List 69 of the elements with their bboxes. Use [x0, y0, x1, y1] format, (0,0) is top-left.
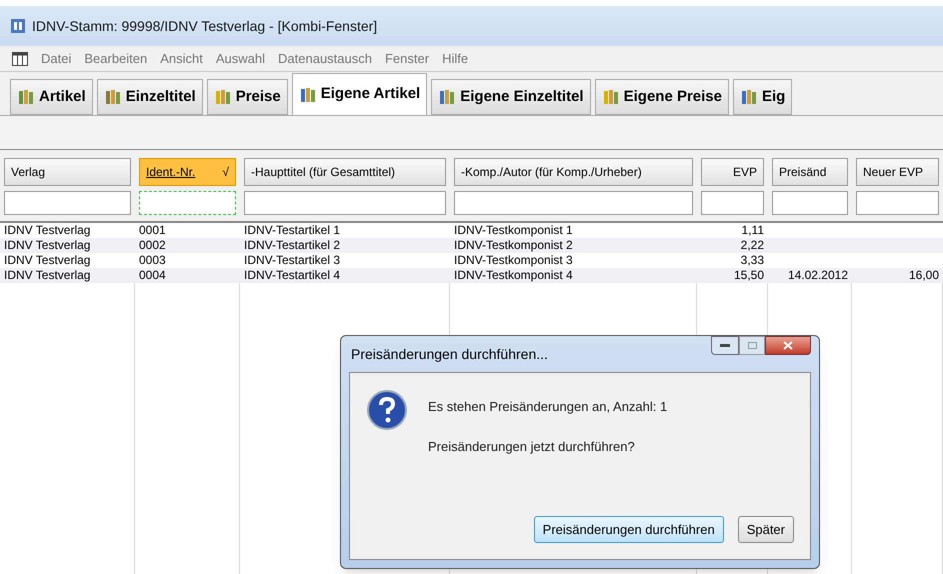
app-icon [10, 18, 26, 34]
book-icon [104, 88, 122, 106]
book-icon [17, 88, 35, 106]
book-icon [438, 88, 456, 106]
tab[interactable]: Eigene Artikel [292, 73, 428, 115]
table-cell: 16,00 [908, 268, 939, 282]
table-cell: IDNV Testverlag [4, 223, 90, 237]
table-cell: IDNV Testverlag [4, 253, 90, 267]
table-cell: IDNV Testverlag [4, 268, 90, 282]
menu-item[interactable]: Fenster [384, 48, 430, 68]
table-cell: 0003 [139, 253, 166, 267]
menu-item[interactable]: Bearbeiten [84, 48, 148, 68]
book-icon [298, 86, 317, 104]
question-icon [366, 389, 408, 431]
menu-item[interactable]: Auswahl [216, 48, 266, 68]
table-cell: 0002 [139, 238, 166, 252]
dialog-question: Preisänderungen jetzt durchführen? [428, 438, 636, 456]
column-header[interactable]: -Komp./Autor (für Komp./Urheber) [454, 158, 693, 186]
table-cell: IDNV Testverlag [4, 238, 90, 252]
book-icon [602, 88, 620, 106]
tab[interactable]: Eigene Einzeltitel [431, 79, 591, 115]
column-header[interactable]: Neuer EVP [856, 158, 939, 186]
dialog-message: Es stehen Preisänderungen an, Anzahl: 1 [428, 398, 668, 416]
menu-item[interactable]: Hilfe [442, 48, 468, 68]
tab[interactable]: Einzeltitel [96, 79, 203, 115]
menu-item[interactable]: Datenaustausch [278, 48, 372, 68]
book-icon [214, 88, 232, 106]
table-cell: IDNV-Testkomponist 2 [454, 238, 573, 252]
table-cell: 15,50 [734, 268, 764, 282]
close-button[interactable] [765, 336, 811, 355]
table-cell: IDNV-Testartikel 1 [244, 223, 340, 237]
table-cell: 3,33 [740, 253, 764, 267]
filter-field[interactable] [772, 191, 848, 215]
table-cell: IDNV-Testartikel 4 [244, 268, 340, 282]
book-icon [740, 88, 758, 106]
grid-icon [12, 52, 28, 66]
table-cell: 0004 [139, 268, 166, 282]
tab[interactable]: Artikel [10, 79, 93, 115]
dialog-button[interactable]: Später [738, 516, 794, 543]
table-cell: IDNV-Testartikel 3 [244, 253, 340, 267]
column-header[interactable]: Ident.-Nr. √ [139, 158, 236, 186]
filter-field[interactable] [244, 191, 446, 215]
close-icon [783, 341, 793, 350]
table-cell: 1,11 [742, 223, 764, 237]
menu-item[interactable]: Ansicht [160, 48, 203, 68]
table-cell: IDNV-Testkomponist 3 [454, 253, 573, 267]
menu-item[interactable]: Datei [41, 48, 72, 68]
tab[interactable]: Preise [206, 79, 288, 115]
filter-field[interactable] [701, 191, 764, 215]
dialog-title: Preisänderungen durchführen... [350, 344, 548, 364]
filter-field[interactable] [4, 191, 131, 215]
tab[interactable]: Eig [733, 79, 792, 115]
column-header[interactable]: Preisänd [772, 158, 848, 186]
table-cell: 2,22 [740, 238, 764, 252]
filter-field[interactable] [856, 191, 939, 215]
table-cell: IDNV-Testartikel 2 [244, 238, 340, 252]
column-header[interactable]: Verlag [4, 158, 131, 186]
table-cell: IDNV-Testkomponist 4 [454, 268, 573, 282]
column-header[interactable]: -Haupttitel (für Gesamttitel) [244, 158, 446, 186]
minimize-button[interactable] [711, 336, 739, 355]
window-title: IDNV-Stamm: 99998/IDNV Testverlag - [Kombi-Fenster] [32, 16, 378, 36]
filter-field[interactable] [454, 191, 693, 215]
table-cell: IDNV-Testkomponist 1 [454, 223, 573, 237]
column-header[interactable]: EVP [701, 158, 764, 186]
filter-field[interactable] [139, 191, 236, 215]
table-cell: 14.02.2012 [788, 268, 848, 282]
dialog-button[interactable]: Preisänderungen durchführen [534, 516, 724, 543]
tab[interactable]: Eigene Preise [594, 79, 729, 115]
table-cell: 0001 [139, 223, 166, 237]
